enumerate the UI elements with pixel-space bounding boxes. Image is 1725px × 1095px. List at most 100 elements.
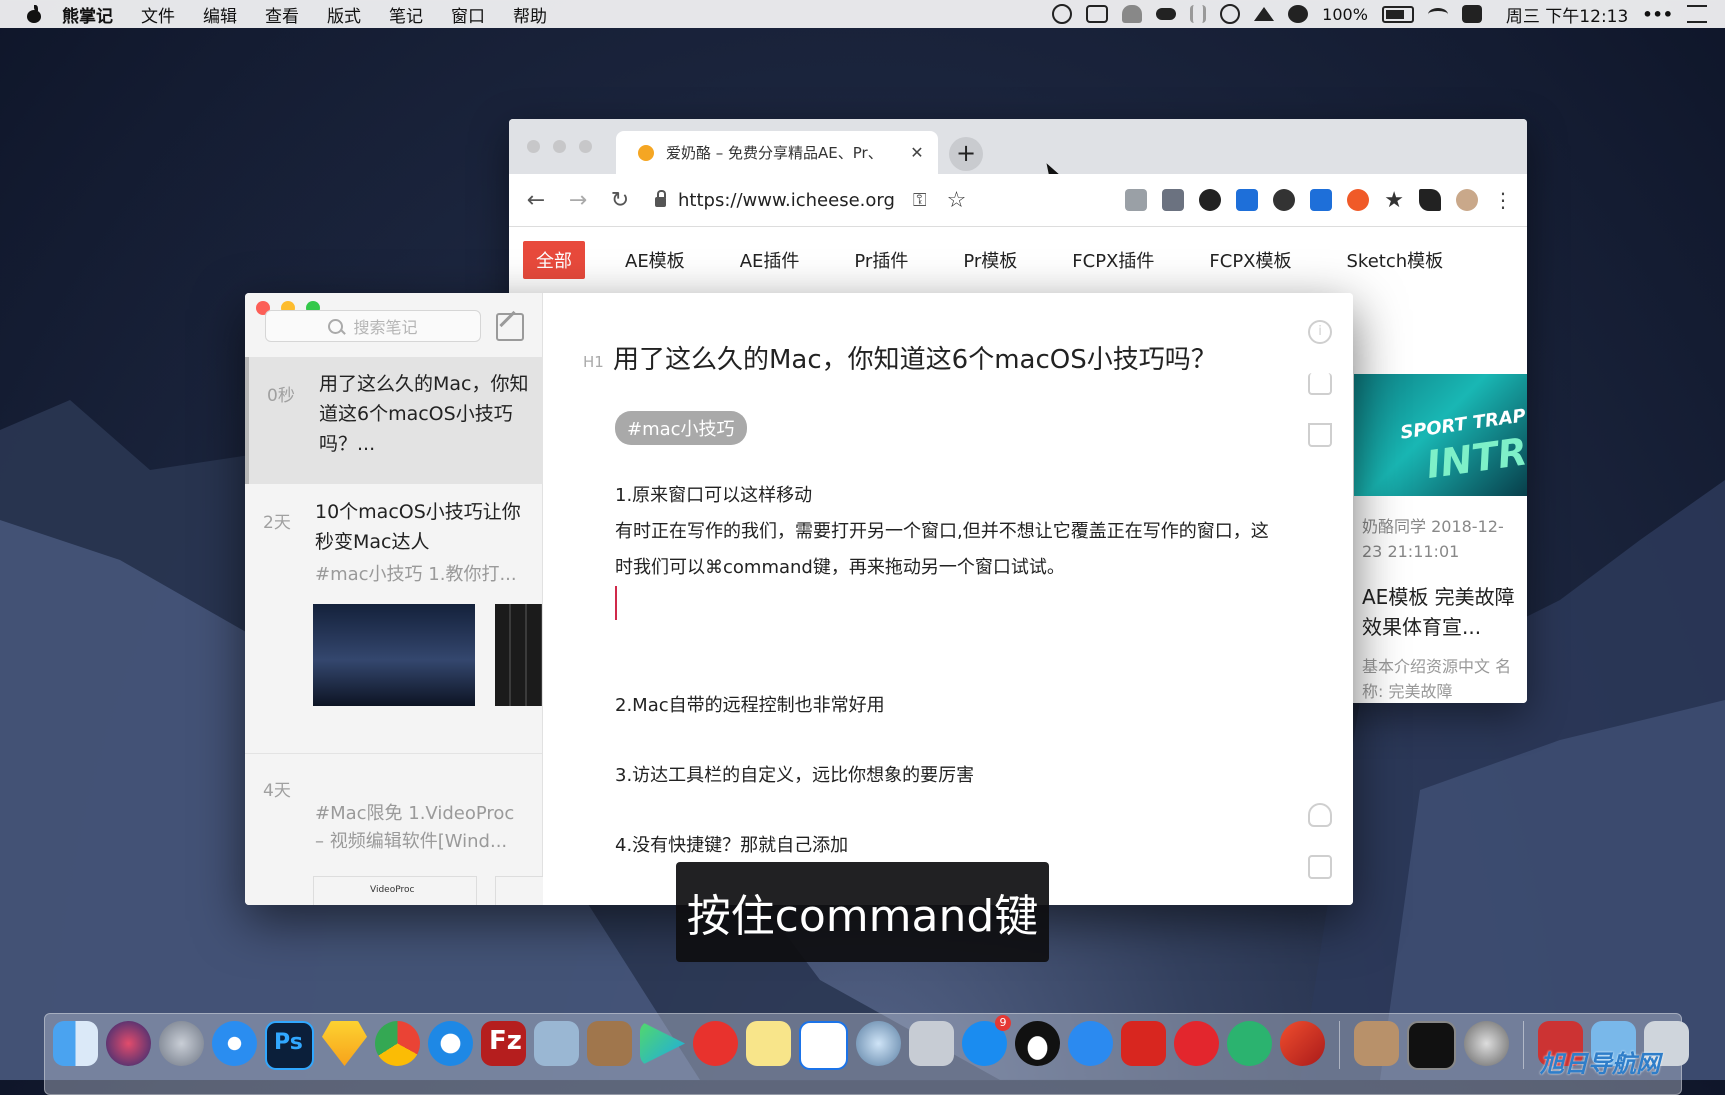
profile-avatar[interactable] <box>1456 189 1478 211</box>
menu-note[interactable]: 笔记 <box>389 2 423 27</box>
browser-minimize-light[interactable] <box>553 140 566 153</box>
clock[interactable]: 周三 下午12:13 <box>1506 2 1628 27</box>
sync-icon[interactable] <box>1199 189 1222 211</box>
tab-close-icon[interactable]: ✕ <box>906 143 928 162</box>
nav-fcpx-templates[interactable]: FCPX模板 <box>1209 247 1291 273</box>
preview-icon[interactable] <box>534 1021 579 1066</box>
infuse-icon[interactable] <box>640 1021 685 1066</box>
safari-icon[interactable] <box>212 1021 257 1066</box>
note-heading[interactable]: 用了这么久的Mac，你知道这6个macOS小技巧吗？ <box>613 339 1217 376</box>
network-icon[interactable] <box>856 1021 901 1066</box>
flag-icon[interactable] <box>1419 189 1441 211</box>
menu-window[interactable]: 窗口 <box>451 2 485 27</box>
ext-download-icon[interactable] <box>1236 189 1259 211</box>
utility-icon[interactable] <box>1354 1021 1399 1066</box>
note-item[interactable]: 4天 #Mac限免 1.VideoProc – 视频编辑软件[Wind... V… <box>245 754 544 905</box>
apple-icon[interactable] <box>26 5 42 23</box>
browser-close-light[interactable] <box>527 140 540 153</box>
telegram-icon[interactable] <box>1254 7 1275 21</box>
infinity-icon[interactable] <box>1347 189 1370 211</box>
note-editor[interactable]: H1 用了这么久的Mac，你知道这6个macOS小技巧吗？ #mac小技巧 1.… <box>543 293 1353 905</box>
paragraph-4[interactable]: 4.没有快捷键？那就自己添加 <box>615 828 1275 864</box>
cloud-icon[interactable] <box>1156 8 1177 20</box>
info-icon[interactable]: i <box>1308 320 1332 344</box>
terminal-icon[interactable] <box>1407 1021 1456 1070</box>
pen-icon[interactable] <box>1308 803 1332 827</box>
atom-icon[interactable] <box>1227 1021 1272 1066</box>
article-card[interactable]: SPORT TRAP INTRO 奶酪同学 2018-12-23 21:11:0… <box>1354 374 1527 703</box>
ghost-icon[interactable] <box>1122 5 1143 23</box>
browser-maximize-light[interactable] <box>579 140 592 153</box>
key-icon[interactable]: ⚿ <box>913 190 927 211</box>
app-store-icon[interactable]: 9 <box>962 1015 1011 1066</box>
nav-pr-templates[interactable]: Pr模板 <box>963 247 1017 273</box>
more-icon[interactable]: ••• <box>1642 5 1673 24</box>
netease-music-icon[interactable] <box>1174 1021 1219 1066</box>
nav-sketch-templates[interactable]: Sketch模板 <box>1347 247 1444 273</box>
note-tag[interactable]: #mac小技巧 <box>615 411 747 445</box>
menu-format[interactable]: 版式 <box>327 2 361 27</box>
password-ext-icon[interactable] <box>1273 189 1296 211</box>
rocket-icon[interactable] <box>1288 5 1309 23</box>
nav-fcpx-plugins[interactable]: FCPX插件 <box>1072 247 1154 273</box>
paragraph-2[interactable]: 2.Mac自带的远程控制也非常好用 <box>615 688 1275 724</box>
starred-ext-icon[interactable]: ★ <box>1384 188 1404 213</box>
status-p-icon[interactable] <box>1052 4 1073 24</box>
compose-icon[interactable] <box>496 313 524 341</box>
nav-ae-plugins[interactable]: AE插件 <box>740 247 800 273</box>
airpods-icon[interactable] <box>1190 5 1207 23</box>
pocket-icon[interactable] <box>1125 189 1148 211</box>
scanner-icon[interactable] <box>909 1021 954 1066</box>
reload-icon[interactable]: ↻ <box>605 188 635 213</box>
sketch-icon[interactable] <box>322 1021 367 1066</box>
qq-icon[interactable] <box>1015 1021 1060 1066</box>
sogou-input-icon[interactable] <box>1461 5 1482 23</box>
menu-app-name[interactable]: 熊掌记 <box>62 2 113 27</box>
download-icon[interactable] <box>1162 189 1185 211</box>
forward-icon[interactable]: → <box>563 188 593 213</box>
browser-menu-icon[interactable]: ⋮ <box>1493 188 1513 212</box>
password-icon[interactable] <box>1220 4 1241 24</box>
battery-icon[interactable] <box>1381 5 1414 23</box>
new-tab-button[interactable]: + <box>949 137 983 171</box>
share-icon[interactable] <box>1308 373 1332 395</box>
nav-ae-templates[interactable]: AE模板 <box>625 247 685 273</box>
wifi-icon[interactable] <box>1427 7 1448 21</box>
menu-view[interactable]: 查看 <box>265 2 299 27</box>
nav-all[interactable]: 全部 <box>523 241 585 279</box>
rocket-app-icon[interactable] <box>1280 1021 1325 1066</box>
search-input[interactable]: 搜索笔记 <box>265 310 481 342</box>
menu-edit[interactable]: 编辑 <box>203 2 237 27</box>
launchpad-icon[interactable] <box>159 1021 204 1066</box>
note-item[interactable]: 0秒 用了这么久的Mac，你知道这6个macOS小技巧吗？... <box>245 357 546 484</box>
menu-file[interactable]: 文件 <box>141 2 175 27</box>
article-title[interactable]: AE模板 完美故障效果体育宣... <box>1354 564 1527 642</box>
notification-center-icon[interactable] <box>1687 5 1707 23</box>
article-thumbnail[interactable]: SPORT TRAP INTRO <box>1354 374 1527 496</box>
video-reel-icon[interactable] <box>1464 1021 1509 1066</box>
cloud-drive-icon[interactable] <box>1068 1021 1113 1066</box>
filezilla-icon[interactable]: Fz <box>481 1021 526 1066</box>
qq-browser-icon[interactable] <box>428 1021 473 1066</box>
bookmark-star-icon[interactable]: ☆ <box>947 188 967 213</box>
screen-record-icon[interactable] <box>1086 5 1109 23</box>
finder-icon[interactable] <box>53 1021 98 1066</box>
red-app-icon[interactable] <box>693 1021 738 1066</box>
nav-pr-plugins[interactable]: Pr插件 <box>854 247 908 273</box>
notes-icon[interactable] <box>746 1021 791 1066</box>
browser-tab[interactable]: 爱奶酪 – 免费分享精品AE、Pr、 ✕ <box>616 131 938 174</box>
chrome-icon[interactable] <box>375 1021 420 1066</box>
book-icon[interactable] <box>1308 855 1332 879</box>
paragraph-1-body[interactable]: 有时正在写作的我们，需要打开另一个窗口,但并不想让它覆盖正在写作的窗口，这时我们… <box>615 514 1275 586</box>
mail-master-icon[interactable] <box>1121 1021 1166 1066</box>
note-item[interactable]: 2天 10个macOS小技巧让你秒变Mac达人 #mac小技巧 1.教你打... <box>245 485 542 754</box>
back-icon[interactable]: ← <box>521 188 551 213</box>
archive-icon[interactable] <box>587 1021 632 1066</box>
trash-icon[interactable] <box>1308 423 1332 447</box>
siri-icon[interactable] <box>106 1021 151 1066</box>
translate-icon[interactable] <box>1310 189 1333 211</box>
paragraph-1-heading[interactable]: 1.原来窗口可以这样移动 <box>615 478 1275 514</box>
paragraph-3[interactable]: 3.访达工具栏的自定义，远比你想象的要厉害 <box>615 758 1275 794</box>
photoshop-icon[interactable]: Ps <box>265 1021 314 1070</box>
menu-help[interactable]: 帮助 <box>513 2 547 27</box>
